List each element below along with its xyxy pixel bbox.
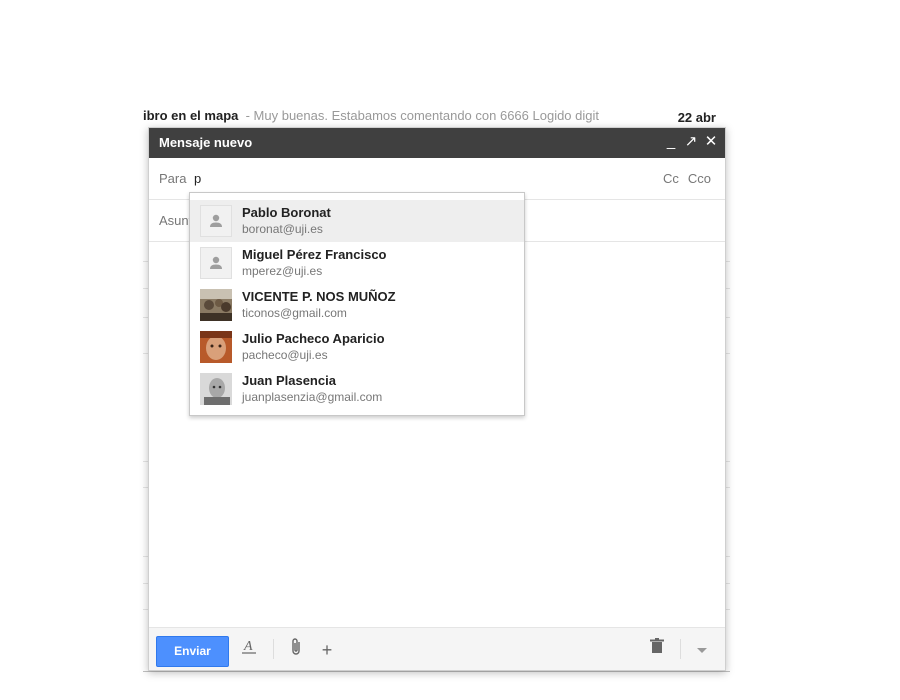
to-label: Para	[159, 171, 187, 186]
suggestion-name: Pablo Boronat	[242, 205, 331, 220]
trash-icon[interactable]	[645, 638, 669, 662]
more-options-icon[interactable]	[690, 638, 714, 662]
contact-photo-avatar	[200, 289, 232, 321]
suggestion-email: juanplasenzia@gmail.com	[242, 390, 383, 404]
suggestion-item[interactable]: Pablo Boronat boronat@uji.es	[190, 200, 524, 242]
suggestion-item[interactable]: VICENTE P. NOS MUÑOZ ticonos@gmail.com	[190, 284, 524, 326]
suggestion-item[interactable]: Julio Pacheco Aparicio pacheco@uji.es	[190, 326, 524, 368]
inbox-row-date: 22 abr	[677, 110, 716, 125]
suggestion-item[interactable]: Juan Plasencia juanplasenzia@gmail.com	[190, 368, 524, 410]
popout-icon[interactable]: ↗	[683, 133, 699, 151]
person-placeholder-icon	[200, 205, 232, 237]
suggestion-email: ticonos@gmail.com	[242, 306, 347, 320]
contact-photo-avatar	[200, 373, 232, 405]
plus-icon[interactable]: +	[315, 638, 339, 662]
compose-titlebar[interactable]: Mensaje nuevo _ ↗ ✕	[149, 128, 725, 158]
svg-text:A: A	[243, 639, 253, 654]
close-icon[interactable]: ✕	[703, 133, 719, 151]
cc-link[interactable]: Cc	[663, 171, 679, 186]
person-placeholder-icon	[200, 247, 232, 279]
to-input[interactable]: p	[194, 171, 201, 186]
inbox-row-snippet: Muy buenas. Estabamos comentando con 666…	[253, 108, 599, 123]
suggestion-email: mperez@uji.es	[242, 264, 323, 278]
suggestion-name: VICENTE P. NOS MUÑOZ	[242, 289, 396, 304]
inbox-row-subject: ibro en el mapa	[143, 108, 239, 123]
send-button[interactable]: Enviar	[156, 636, 229, 667]
toolbar-separator	[273, 639, 274, 659]
suggestion-name: Julio Pacheco Aparicio	[242, 331, 385, 346]
inbox-divider	[143, 671, 730, 672]
toolbar-separator	[680, 639, 681, 659]
contact-photo-avatar	[200, 331, 232, 363]
suggestion-email: pacheco@uji.es	[242, 348, 328, 362]
bcc-link[interactable]: Cco	[688, 171, 711, 186]
suggestion-item[interactable]: Miguel Pérez Francisco mperez@uji.es	[190, 242, 524, 284]
suggestion-name: Juan Plasencia	[242, 373, 336, 388]
attach-icon[interactable]	[285, 638, 309, 662]
suggestion-name: Miguel Pérez Francisco	[242, 247, 387, 262]
inbox-row-partial: ibro en el mapa - Muy buenas. Estabamos …	[143, 108, 716, 125]
text-format-icon[interactable]: A	[237, 638, 261, 662]
minimize-icon[interactable]: _	[663, 133, 679, 151]
compose-toolbar: Enviar A +	[149, 627, 725, 670]
suggestion-email: boronat@uji.es	[242, 222, 323, 236]
compose-title: Mensaje nuevo	[159, 135, 253, 150]
recipient-suggestions: Pablo Boronat boronat@uji.es Miguel Pére…	[189, 192, 525, 416]
